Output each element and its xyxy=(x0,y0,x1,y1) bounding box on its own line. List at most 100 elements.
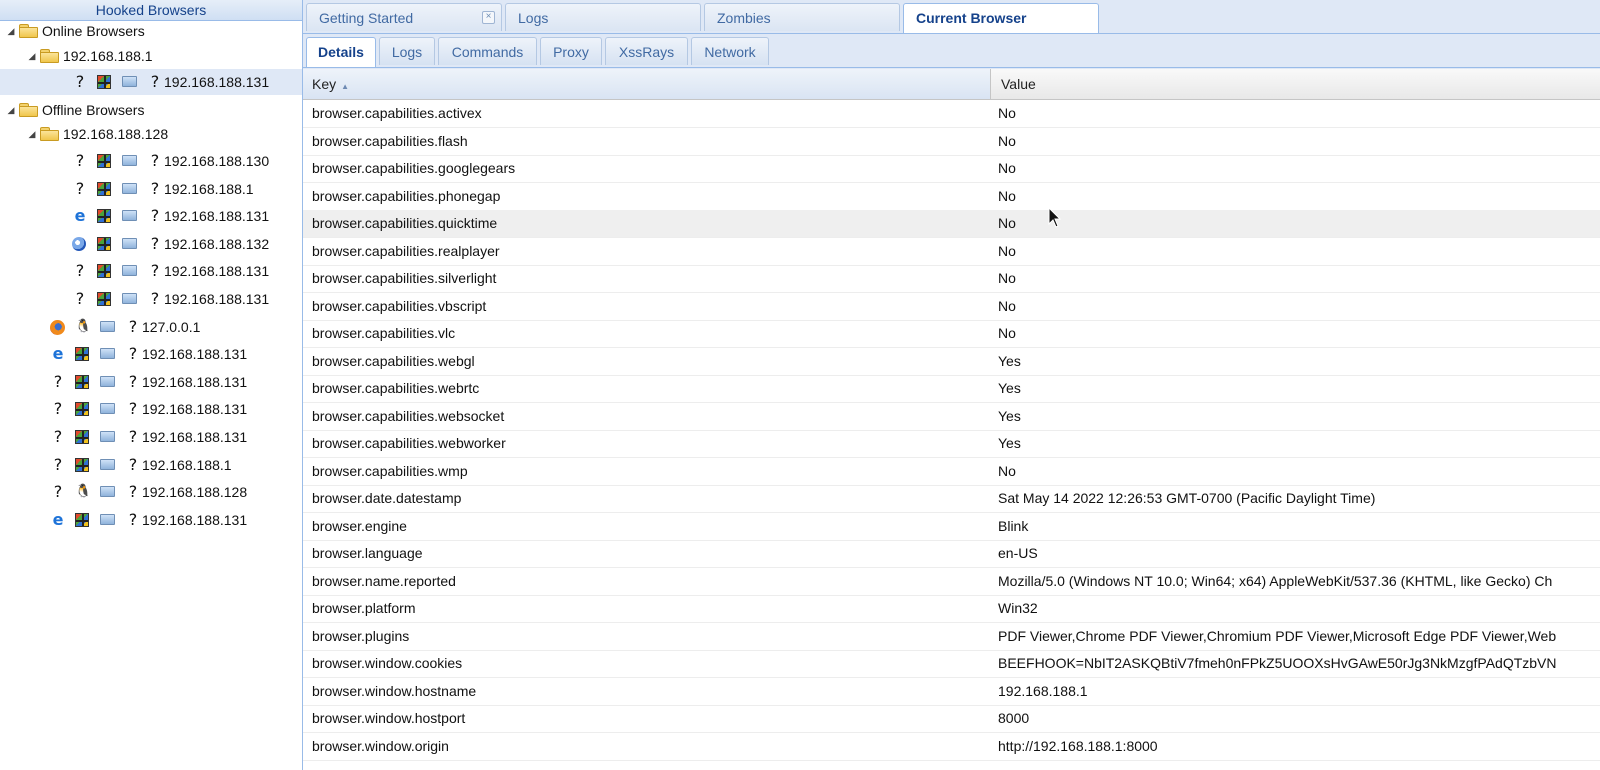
row-key: browser.engine xyxy=(312,517,407,534)
folder-body xyxy=(19,27,38,38)
row-value: BEEFHOOK=NbIT2ASKQBtiV7fmeh0nFPkZ5UOOXsH… xyxy=(998,655,1557,671)
row-value: No xyxy=(998,297,1016,314)
hardware-icon xyxy=(100,431,115,442)
hooked-browser-item[interactable]: ?? 192.168.188.1 xyxy=(0,176,302,202)
sub-tab-proxy[interactable]: Proxy xyxy=(540,37,602,65)
browser-ip: 192.168.188.131 xyxy=(164,291,270,307)
table-row[interactable]: browser.capabilities.activex No xyxy=(303,100,1600,128)
folder-body xyxy=(40,130,59,142)
sub-tab-commands[interactable]: Commands xyxy=(438,37,537,65)
table-row[interactable]: browser.capabilities.realplayer No xyxy=(303,238,1600,266)
browser-ip: 192.168.188.131 xyxy=(142,346,248,363)
sub-tab-label: XssRays xyxy=(618,44,675,60)
row-value: No xyxy=(998,270,1016,286)
table-row[interactable]: browser.platform Win32 xyxy=(303,595,1600,623)
top-tab-current-browser[interactable]: Current Browser xyxy=(903,3,1099,33)
hooked-browser-item[interactable]: ?? 192.168.188.131 xyxy=(0,286,302,312)
top-tab-zombies[interactable]: Zombies xyxy=(704,3,900,31)
table-row[interactable]: browser.capabilities.websocket Yes xyxy=(303,403,1600,431)
table-row[interactable]: browser.capabilities.wmp No xyxy=(303,458,1600,486)
table-row[interactable]: browser.capabilities.vbscript No xyxy=(303,293,1600,321)
unknown-hardware-icon: ? xyxy=(150,178,160,198)
collapse-arrow-icon[interactable]: ◢ xyxy=(27,43,37,69)
offline-browsers-folder[interactable]: ◢ Offline Browsers xyxy=(0,97,302,123)
column-header-value-label: Value xyxy=(1001,76,1036,92)
table-row[interactable]: browser.engine Blink xyxy=(303,513,1600,541)
top-tab-logs[interactable]: Logs xyxy=(505,3,701,31)
table-row[interactable]: browser.window.hostname 192.168.188.1 xyxy=(303,678,1600,706)
close-icon[interactable]: × xyxy=(482,11,495,24)
browser-ip: 192.168.188.130 xyxy=(164,153,270,169)
sub-tab-details[interactable]: Details xyxy=(306,37,376,67)
table-row[interactable]: browser.capabilities.phonegap No xyxy=(303,183,1600,211)
table-row[interactable]: browser.capabilities.webrtc Yes xyxy=(303,375,1600,403)
table-row[interactable]: browser.window.origin http://192.168.188.… xyxy=(303,733,1600,761)
column-header-key[interactable]: Key ▲ xyxy=(303,69,991,99)
hardware-icon xyxy=(122,265,137,277)
hooked-browsers-panel: Hooked Browsers ◢ Online Browsers ◢ 192.168… xyxy=(0,0,303,770)
table-row[interactable]: browser.plugins PDF Viewer,Chrome PDF Vie… xyxy=(303,623,1600,651)
table-row[interactable]: browser.date.datestamp Sat May 14 2022 12… xyxy=(303,485,1600,513)
row-value: No xyxy=(998,132,1016,149)
row-key: browser.platform xyxy=(312,600,416,616)
browser-ip: 192.168.188.1 xyxy=(142,456,232,473)
hooked-browser-item[interactable]: ?? 192.168.188.1 xyxy=(0,452,302,478)
windows-icon xyxy=(97,292,111,306)
hooked-browser-item[interactable]: ?? 192.168.188.131 xyxy=(0,396,302,422)
hooked-browser-item[interactable]: ?? 192.168.188.131 xyxy=(0,369,302,395)
sub-tab-network[interactable]: Network xyxy=(691,37,769,65)
online-group-folder[interactable]: ◢ 192.168.188.1 xyxy=(0,43,302,69)
top-tab-getting-started[interactable]: Getting Started × xyxy=(306,3,502,31)
offline-group-folder[interactable]: ◢ 192.168.188.128 xyxy=(0,121,302,147)
row-value: No xyxy=(998,325,1016,341)
table-row[interactable]: browser.capabilities.silverlight No xyxy=(303,265,1600,293)
hooked-browser-item[interactable]: ? 🐧? 192.168.188.128 xyxy=(0,479,302,505)
top-tab-label: Getting Started xyxy=(319,10,414,26)
hooked-browser-item[interactable]: 🐧? 127.0.0.1 xyxy=(0,314,302,340)
windows-icon xyxy=(97,181,111,196)
browser-ip: 192.168.188.132 xyxy=(164,235,270,252)
table-row[interactable]: browser.name.reported Mozilla/5.0 (Window… xyxy=(303,568,1600,596)
hardware-icon xyxy=(122,293,137,304)
table-row[interactable]: browser.capabilities.quicktime No xyxy=(303,210,1600,238)
table-row[interactable]: browser.capabilities.webgl Yes xyxy=(303,348,1600,376)
table-row[interactable]: browser.window.hostport 8000 xyxy=(303,705,1600,733)
table-row[interactable]: browser.capabilities.webworker Yes xyxy=(303,430,1600,458)
table-row[interactable]: browser.window.cookies BEEFHOOK=NbIT2ASKQ… xyxy=(303,650,1600,678)
row-key: browser.capabilities.wmp xyxy=(312,462,468,479)
hardware-icon xyxy=(100,513,115,525)
online-browsers-folder[interactable]: ◢ Online Browsers xyxy=(0,18,302,44)
sub-tab-xssrays[interactable]: XssRays xyxy=(605,37,688,65)
unknown-hardware-icon: ? xyxy=(128,509,138,529)
hooked-browser-item[interactable]: ? 192.168.188.132 xyxy=(0,231,302,257)
hooked-browser-item[interactable]: ?? 192.168.188.131 xyxy=(0,424,302,450)
column-header-value[interactable]: Value xyxy=(992,69,1600,99)
table-row[interactable]: browser.capabilities.vlc No xyxy=(303,320,1600,348)
browser-ip: 192.168.188.131 xyxy=(164,208,270,225)
hooked-browser-item[interactable]: ?? 192.168.188.131 xyxy=(0,258,302,284)
collapse-arrow-icon[interactable]: ◢ xyxy=(27,121,37,147)
table-row[interactable]: browser.language en-US xyxy=(303,540,1600,568)
collapse-arrow-icon[interactable]: ◢ xyxy=(6,18,16,44)
unknown-hardware-icon: ? xyxy=(150,206,160,226)
browser-ip: 192.168.188.131 xyxy=(142,511,248,528)
row-value: No xyxy=(998,105,1016,121)
hooked-browser-item[interactable]: e? 192.168.188.131 xyxy=(0,507,302,533)
unknown-hardware-icon: ? xyxy=(150,72,160,92)
collapse-arrow-icon[interactable]: ◢ xyxy=(6,97,16,123)
hooked-browser-item[interactable]: ?? 192.168.188.131 xyxy=(0,69,302,96)
unknown-hardware-icon: ? xyxy=(128,371,138,391)
table-row[interactable]: browser.capabilities.googlegears No xyxy=(303,155,1600,183)
unknown-browser-icon: ? xyxy=(53,399,63,419)
folder-body xyxy=(19,105,38,117)
row-value: Blink xyxy=(998,517,1029,534)
row-key: browser.capabilities.webrtc xyxy=(312,380,480,396)
hooked-browser-item[interactable]: e? 192.168.188.131 xyxy=(0,203,302,229)
table-row[interactable]: browser.capabilities.flash No xyxy=(303,128,1600,156)
row-key: browser.capabilities.googlegears xyxy=(312,160,516,176)
hooked-browser-item[interactable]: ?? 192.168.188.130 xyxy=(0,148,302,174)
sub-tab-logs[interactable]: Logs xyxy=(379,37,435,65)
hooked-browser-item[interactable]: e? 192.168.188.131 xyxy=(0,341,302,367)
row-key: browser.name.reported xyxy=(312,572,456,589)
unknown-browser-icon: ? xyxy=(75,151,85,170)
